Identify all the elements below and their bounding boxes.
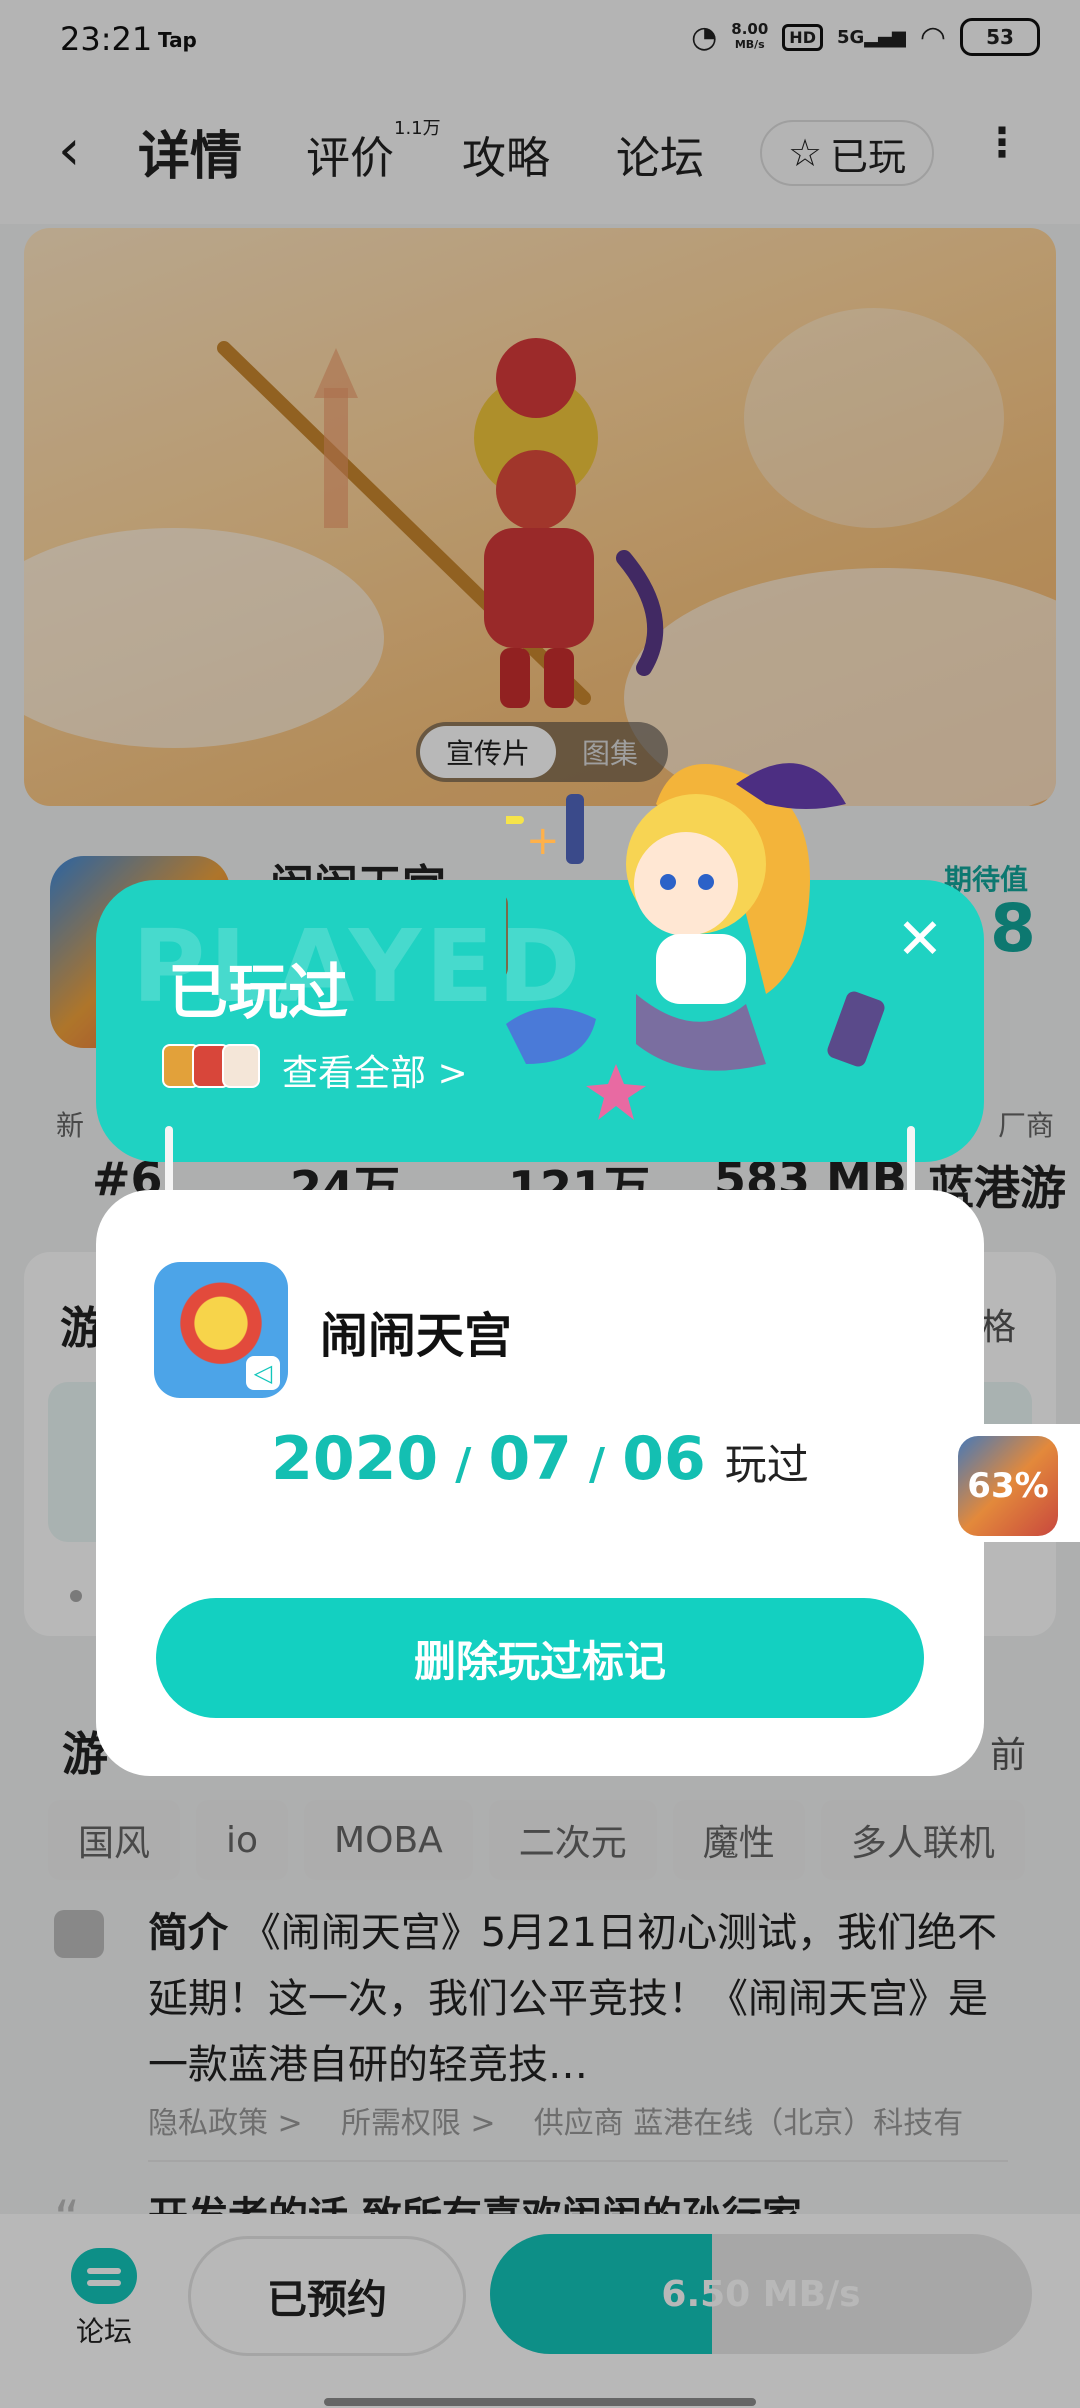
game-avatar [222,1044,260,1088]
date-separator: / [455,1439,472,1490]
played-day: 06 [622,1424,706,1494]
taptap-badge-icon: ◁ [246,1356,280,1390]
floating-download-icon: 63% [958,1436,1058,1536]
floating-download-progress: 63% [967,1466,1049,1506]
played-date: 2020 / 07 / 06 玩过 [96,1424,984,1494]
played-title: 已玩过 [168,958,348,1028]
played-avatars[interactable] [162,1044,260,1088]
game-icon: ◁ [154,1262,288,1398]
floating-download-bubble[interactable]: 63% [946,1424,1080,1542]
svg-text:+: + [526,818,560,864]
played-card: ◁ 闹闹天宫 2020 / 07 / 06 玩过 删除玩过标记 [96,1190,984,1776]
played-suffix: 玩过 [724,1440,809,1489]
mascot-illustration: + [506,763,885,1120]
delete-played-button[interactable]: 删除玩过标记 [156,1598,924,1718]
view-all-link[interactable]: 查看全部 > [282,1044,468,1096]
played-game-name: 闹闹天宫 [320,1308,513,1364]
played-year: 2020 [271,1424,439,1494]
played-month: 07 [488,1424,572,1494]
home-indicator [324,2398,756,2406]
date-separator: / [589,1439,606,1490]
